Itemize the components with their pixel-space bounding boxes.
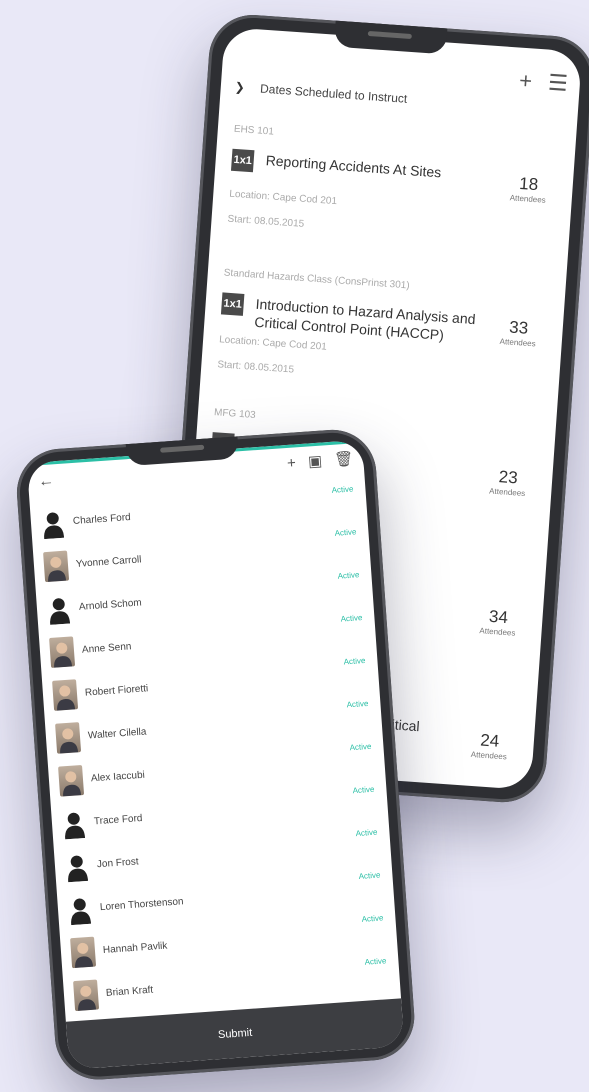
person-name: Yvonne Carroll	[75, 554, 142, 570]
attendee-number: 33	[508, 317, 529, 338]
avatar	[61, 807, 87, 839]
phone-front: ← + ▣ 🗑 Charles Ford Active Yvonne Carroll…	[14, 426, 418, 1083]
status-badge: Active	[334, 527, 357, 538]
section-title: Dates Scheduled to Instruct	[259, 81, 408, 106]
person-name: Walter Cilella	[87, 726, 147, 742]
status-badge: Active	[358, 870, 381, 881]
person-name: Hannah Pavlik	[102, 940, 168, 956]
person-name: Loren Thorstenson	[99, 896, 184, 914]
trash-icon[interactable]: 🗑	[334, 450, 354, 468]
chevron-right-icon: ❯	[234, 79, 246, 95]
avatar	[73, 978, 100, 1011]
attendee-count: 18 Attendees	[509, 173, 547, 205]
status-badge: Active	[352, 784, 375, 796]
front-screen: ← + ▣ 🗑 Charles Ford Active Yvonne Carroll…	[26, 439, 405, 1070]
avatar	[67, 893, 93, 925]
person-name: Charles Ford	[72, 512, 132, 528]
course-title: Reporting Accidents At Sites	[265, 152, 442, 181]
avatar	[70, 936, 97, 968]
attendee-number: 24	[479, 730, 500, 751]
status-badge: Active	[331, 484, 354, 495]
attendee-label: Attendees	[509, 193, 546, 205]
person-name: Trace Ford	[93, 812, 143, 828]
avatar	[55, 721, 82, 754]
avatar	[40, 507, 66, 539]
avatar	[46, 593, 72, 625]
attendee-number: 23	[498, 467, 519, 488]
avatar	[52, 678, 79, 711]
attendee-count: 23 Attendees	[489, 467, 527, 498]
camera-icon[interactable]: ▣	[307, 453, 322, 471]
status-badge: Active	[364, 956, 387, 967]
status-badge: Active	[337, 570, 360, 581]
status-badge: Active	[361, 913, 384, 924]
add-icon[interactable]: +	[518, 68, 533, 94]
person-name: Alex Iaccubi	[90, 769, 146, 785]
back-toolbar: + ☰	[508, 67, 568, 97]
attendee-label: Attendees	[479, 626, 516, 638]
status-badge: Active	[355, 827, 378, 839]
section-header[interactable]: ❯ Dates Scheduled to Instruct	[234, 80, 407, 106]
add-icon[interactable]: +	[287, 454, 297, 472]
attendee-label: Attendees	[488, 486, 526, 499]
menu-icon[interactable]: ☰	[547, 70, 568, 96]
attendee-number: 34	[488, 606, 509, 628]
person-name: Jon Frost	[96, 856, 139, 871]
course-type-icon: 1x1	[220, 292, 245, 316]
back-arrow-icon[interactable]: ←	[38, 472, 55, 491]
people-list: Charles Ford Active Yvonne Carroll Active Ar…	[30, 480, 401, 1018]
status-badge: Active	[349, 741, 372, 753]
status-badge: Active	[340, 613, 363, 624]
avatar	[58, 764, 85, 797]
avatar	[43, 550, 70, 582]
avatar	[64, 850, 90, 882]
attendee-number: 18	[518, 173, 539, 195]
course-type-icon: 1x1	[230, 148, 255, 173]
status-badge: Active	[346, 698, 369, 710]
person-name: Arnold Schom	[78, 597, 143, 613]
course-card[interactable]: EHS 101 1x1 Reporting Accidents At Sites…	[227, 124, 559, 247]
status-badge: Active	[343, 656, 366, 667]
avatar	[49, 635, 76, 668]
attendee-count: 24 Attendees	[470, 730, 509, 762]
attendee-label: Attendees	[470, 749, 508, 762]
attendee-count: 34 Attendees	[479, 606, 517, 638]
attendee-count: 33 Attendees	[499, 317, 537, 349]
person-name: Brian Kraft	[105, 984, 154, 999]
person-name: Robert Fioretti	[84, 683, 149, 699]
course-card[interactable]: Standard Hazards Class (ConsPrinst 301) …	[217, 267, 549, 392]
person-name: Anne Senn	[81, 641, 132, 656]
